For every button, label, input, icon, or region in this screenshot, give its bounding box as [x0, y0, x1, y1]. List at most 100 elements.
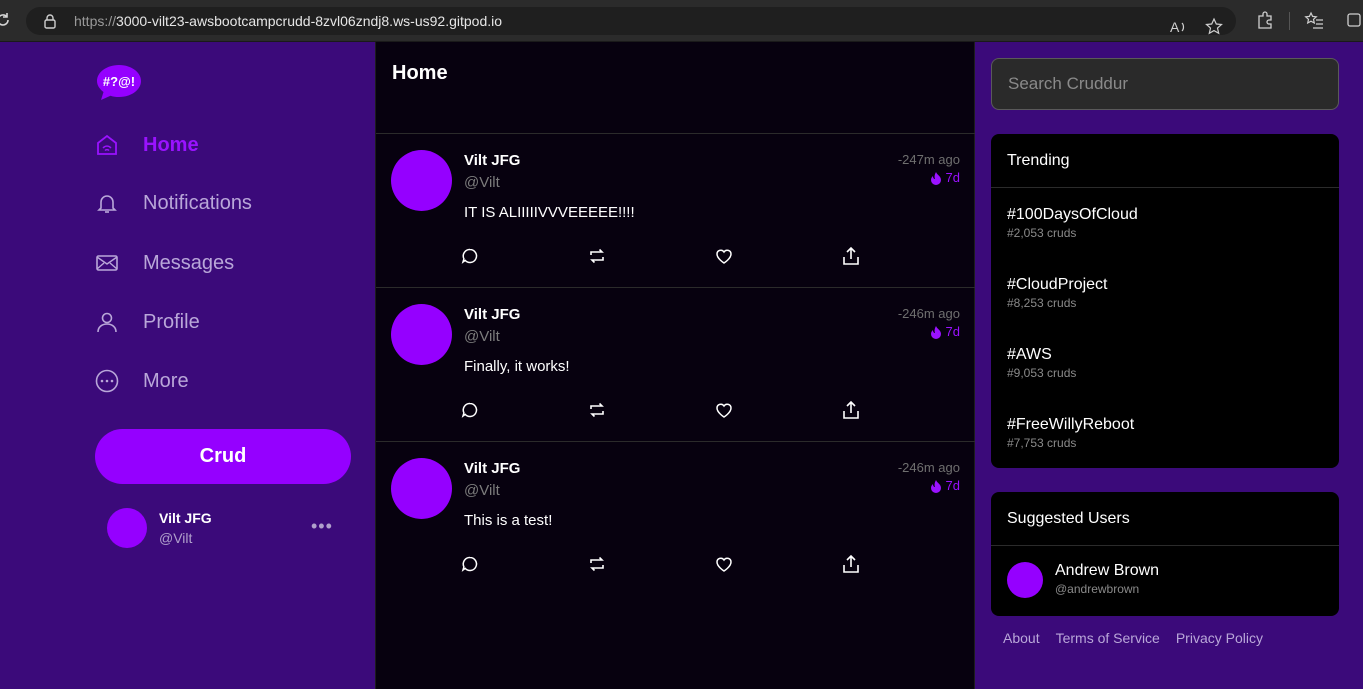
nav-notifications-label: Notifications [143, 191, 252, 214]
activity-item[interactable]: Vilt JFG @Vilt Finally, it works! -246m … [376, 288, 976, 442]
trending-item[interactable]: #CloudProject #8,253 cruds [1007, 276, 1108, 310]
share-icon[interactable] [841, 246, 861, 266]
trending-count: #9,053 cruds [1007, 366, 1077, 380]
nav-more[interactable]: More [95, 361, 189, 401]
avatar [391, 304, 452, 365]
logo-text: #?@! [103, 74, 135, 89]
flame-icon [930, 479, 941, 493]
reply-icon[interactable] [460, 246, 480, 266]
search-input[interactable] [991, 58, 1339, 110]
nav-profile-label: Profile [143, 310, 200, 333]
feed: Home Vilt JFG @Vilt IT IS ALIIIIIVVVEEEE… [375, 42, 976, 689]
post-expiry: 7d [929, 170, 960, 185]
suggested-users-title: Suggested Users [991, 492, 1339, 546]
post-expiry-value: 7d [945, 324, 960, 339]
post-author-handle: @Vilt [464, 328, 500, 345]
trending-tag: #FreeWillyReboot [1007, 416, 1135, 433]
privacy-link[interactable]: Privacy Policy [1176, 630, 1263, 646]
avatar [1007, 562, 1043, 598]
avatar [391, 458, 452, 519]
address-bar[interactable]: https://3000-vilt23-awsbootcampcrudd-8zv… [26, 7, 1236, 35]
like-icon[interactable] [714, 246, 734, 266]
url-text: https://3000-vilt23-awsbootcampcrudd-8zv… [74, 13, 503, 29]
mail-icon [95, 251, 119, 275]
post-message: IT IS ALIIIIIVVVEEEEE!!!! [464, 204, 635, 221]
extensions-icon[interactable] [1255, 10, 1275, 32]
browser-toolbar: https://3000-vilt23-awsbootcampcrudd-8zv… [0, 0, 1363, 42]
nav-more-label: More [143, 369, 189, 392]
reload-icon[interactable] [0, 11, 12, 29]
post-author-name: Vilt JFG [464, 460, 521, 477]
activity-item[interactable]: Vilt JFG @Vilt IT IS ALIIIIIVVVEEEEE!!!!… [376, 134, 976, 288]
repost-icon[interactable] [587, 554, 607, 574]
favorites-icon[interactable] [1304, 10, 1324, 32]
trending-tag: #AWS [1007, 346, 1052, 363]
post-author-name: Vilt JFG [464, 152, 521, 169]
svg-text:A: A [1170, 19, 1180, 35]
more-icon [95, 369, 119, 393]
trending-count: #7,753 cruds [1007, 436, 1077, 450]
trending-panel: Trending #100DaysOfCloud #2,053 cruds #C… [991, 134, 1339, 468]
trending-item[interactable]: #FreeWillyReboot #7,753 cruds [1007, 416, 1134, 450]
about-link[interactable]: About [1003, 630, 1040, 646]
nav-messages-label: Messages [143, 251, 235, 274]
user-menu-icon[interactable]: ••• [311, 516, 333, 537]
repost-icon[interactable] [587, 400, 607, 420]
crud-button[interactable]: Crud [95, 429, 351, 484]
avatar [391, 150, 452, 211]
toolbar-separator [1289, 12, 1290, 30]
trending-count: #8,253 cruds [1007, 296, 1077, 310]
activity-item[interactable]: Vilt JFG @Vilt This is a test! -246m ago… [376, 442, 976, 596]
repost-icon[interactable] [587, 246, 607, 266]
nav-home-label: Home [143, 133, 199, 156]
post-message: Finally, it works! [464, 358, 570, 375]
read-aloud-icon[interactable]: A [1168, 17, 1188, 39]
trending-count: #2,053 cruds [1007, 226, 1077, 240]
nav-profile[interactable]: Profile [95, 302, 200, 342]
reply-icon[interactable] [460, 400, 480, 420]
like-icon[interactable] [714, 400, 734, 420]
post-expiry: 7d [929, 478, 960, 493]
post-message: This is a test! [464, 512, 553, 529]
trending-item[interactable]: #100DaysOfCloud #2,053 cruds [1007, 206, 1138, 240]
post-author-handle: @Vilt [464, 482, 500, 499]
current-user-handle: @Vilt [159, 530, 193, 546]
trending-tag: #100DaysOfCloud [1007, 206, 1138, 223]
suggested-user-name: Andrew Brown [1055, 562, 1160, 579]
post-actions [460, 400, 880, 420]
post-author-name: Vilt JFG [464, 306, 521, 323]
like-icon[interactable] [714, 554, 734, 574]
reply-icon[interactable] [460, 554, 480, 574]
post-expiry-value: 7d [945, 170, 960, 185]
post-expiry-value: 7d [945, 478, 960, 493]
terms-link[interactable]: Terms of Service [1056, 630, 1160, 646]
post-expiry: 7d [929, 324, 960, 339]
footer-links: About Terms of Service Privacy Policy [1003, 630, 1263, 646]
page-title: Home [392, 62, 448, 84]
post-time: -246m ago [897, 460, 960, 475]
current-user-card[interactable]: Vilt JFG @Vilt ••• [107, 508, 347, 552]
share-icon[interactable] [841, 400, 861, 420]
current-user-name: Vilt JFG [159, 510, 212, 526]
nav-notifications[interactable]: Notifications [95, 183, 252, 223]
trending-title: Trending [991, 134, 1339, 188]
home-icon [95, 133, 119, 157]
suggested-users-panel: Suggested Users Andrew Brown @andrewbrow… [991, 492, 1339, 616]
nav-messages[interactable]: Messages [95, 243, 234, 283]
post-time: -247m ago [897, 152, 960, 167]
share-icon[interactable] [841, 554, 861, 574]
suggested-user-handle: @andrewbrown [1055, 582, 1140, 596]
post-author-handle: @Vilt [464, 174, 500, 191]
nav-home[interactable]: Home [95, 125, 199, 165]
bell-icon [95, 191, 119, 215]
trending-item[interactable]: #AWS #9,053 cruds [1007, 346, 1076, 380]
trending-tag: #CloudProject [1007, 276, 1108, 293]
post-actions [460, 246, 880, 266]
cruddur-logo[interactable]: #?@! [95, 62, 143, 102]
post-actions [460, 554, 880, 574]
favorite-star-icon[interactable] [1204, 17, 1224, 39]
flame-icon [930, 171, 941, 185]
lock-icon [42, 13, 58, 29]
collections-icon[interactable] [1346, 10, 1363, 32]
left-sidebar: #?@! Home Notifications Messages Profile… [0, 42, 375, 689]
